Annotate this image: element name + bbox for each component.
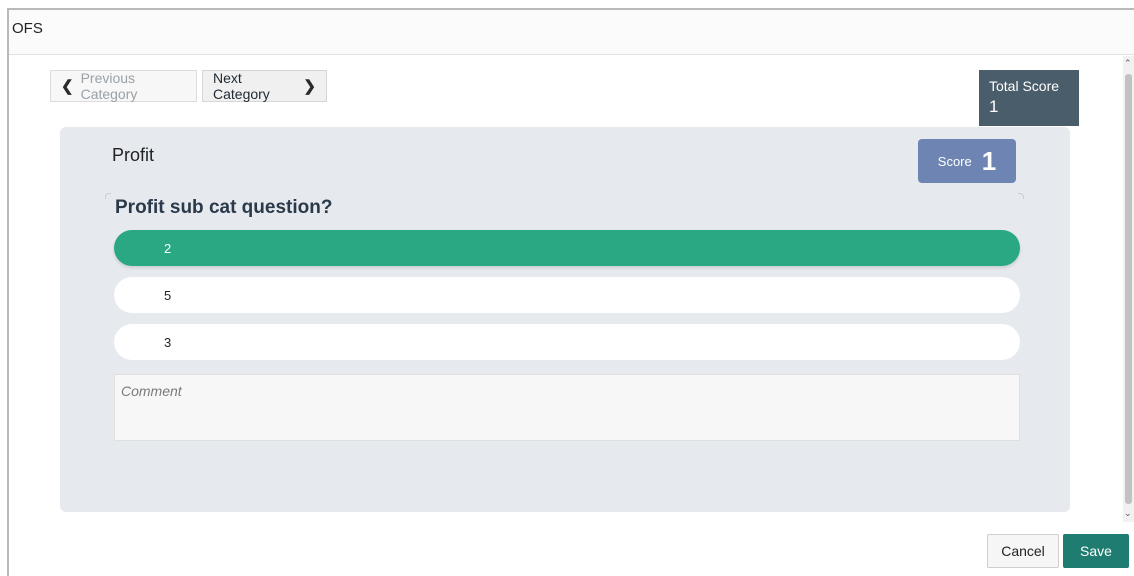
question-text: Profit sub cat question? [115,197,333,218]
chevron-right-icon: ❯ [303,78,316,95]
next-category-label: Next Category [213,70,270,102]
previous-category-button[interactable]: ❮ Previous Category [50,70,197,102]
answer-option-label: 2 [164,240,172,256]
answer-option[interactable]: 3 [114,324,1020,360]
assessment-dialog: OFS ❮ Previous Category Next Category ❯ … [7,8,1134,576]
question-frame-corner-right [1018,193,1024,199]
chevron-left-icon: ❮ [61,78,74,95]
answer-option[interactable]: 2 [114,230,1020,266]
category-card: Profit Score 1 Profit sub cat question? … [60,127,1070,512]
category-title: Profit [112,145,155,165]
previous-category-label: Previous Category [80,70,138,102]
scroll-down-arrow-icon[interactable]: ⌄ [1124,508,1132,519]
save-button[interactable]: Save [1063,534,1129,568]
answer-option-label: 5 [164,287,172,303]
total-score-panel: Total Score 1 [979,70,1079,126]
vertical-scrollbar[interactable]: ⌃ ⌄ [1123,56,1134,522]
scroll-up-arrow-icon[interactable]: ⌃ [1124,58,1132,69]
answer-option[interactable]: 5 [114,277,1020,313]
score-value: 1 [981,145,997,176]
next-category-button[interactable]: Next Category ❯ [202,70,327,102]
score-badge: Score 1 [918,139,1016,183]
question-frame-corner-left [105,193,111,199]
scrollbar-thumb[interactable] [1125,74,1132,504]
total-score-label: Total Score [989,78,1060,94]
dialog-title: OFS [12,20,43,37]
dialog-titlebar: OFS [9,10,1134,55]
score-label: Score [937,153,972,169]
cancel-button[interactable]: Cancel [987,534,1059,568]
dialog-body: ❮ Previous Category Next Category ❯ Tota… [9,56,1134,522]
comment-field[interactable] [114,374,1020,441]
total-score-value: 1 [989,97,999,116]
answer-option-label: 3 [164,334,172,350]
